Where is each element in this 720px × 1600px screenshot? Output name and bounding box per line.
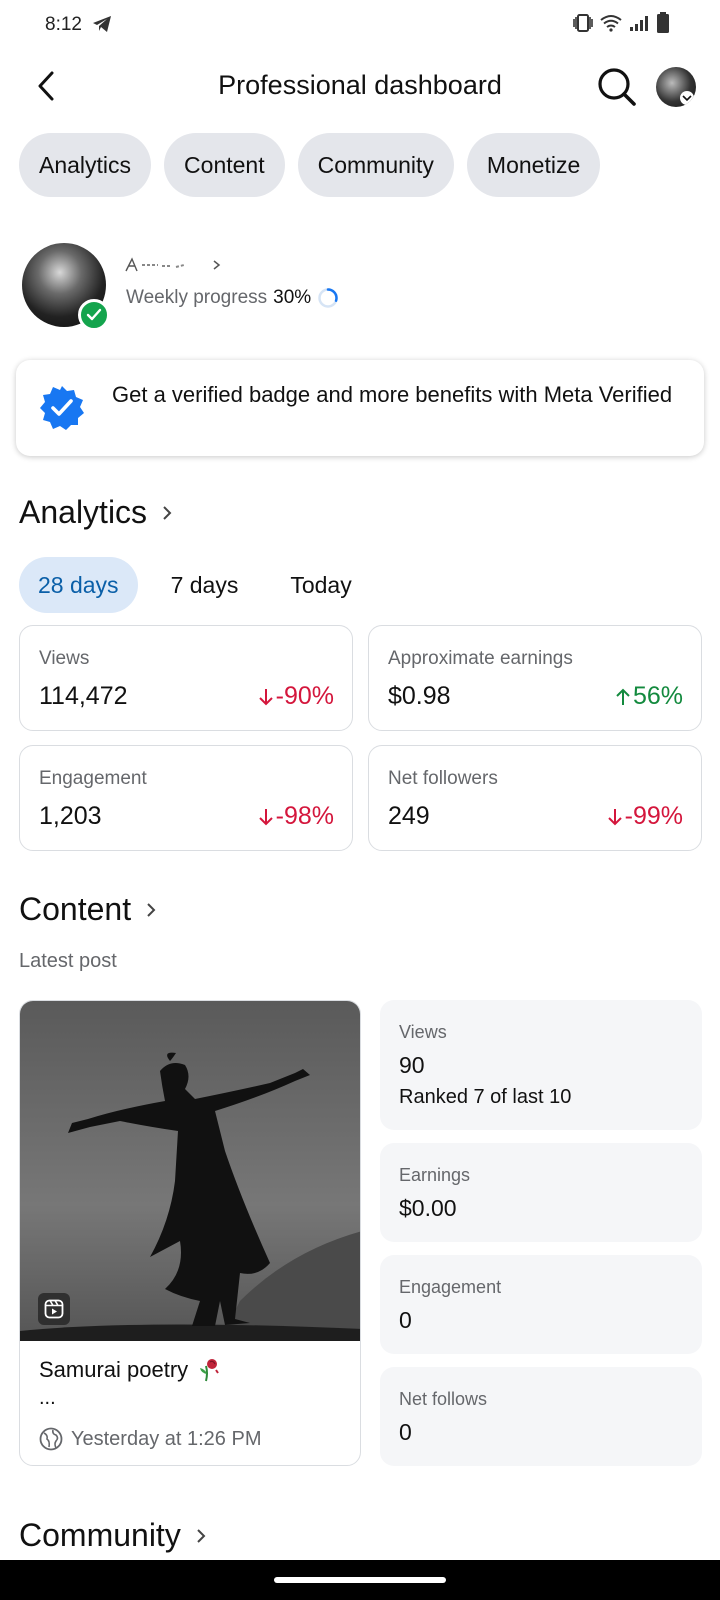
metric-value: 0 — [399, 1307, 412, 1333]
chip-analytics[interactable]: Analytics — [19, 133, 152, 197]
post-thumbnail — [20, 1001, 360, 1341]
status-bar: 8:12 — [0, 0, 720, 50]
stat-label: Net followers — [388, 768, 498, 789]
metric-rank: Ranked 7 of last 10 — [399, 1086, 572, 1108]
meta-verified-banner[interactable]: Get a verified badge and more benefits w… — [16, 360, 704, 456]
profile-name-redacted — [125, 257, 221, 272]
stat-card-engagement[interactable]: Engagement 1,203 -98% — [19, 745, 353, 851]
stat-change-value: -98% — [275, 802, 334, 830]
arrow-up-icon — [616, 688, 630, 705]
reel-icon — [38, 1293, 70, 1325]
stat-value: 249 — [388, 802, 430, 830]
stat-card-net-followers[interactable]: Net followers 249 -99% — [368, 745, 702, 851]
metric-value: $0.00 — [399, 1195, 457, 1221]
meta-verified-text: Get a verified badge and more benefits w… — [112, 382, 673, 407]
chevron-down-icon — [680, 91, 694, 105]
signal-icon — [630, 16, 648, 31]
latest-post-label: Latest post — [19, 950, 117, 972]
post-metric-earnings[interactable]: Earnings $0.00 — [380, 1143, 702, 1242]
home-gesture-handle[interactable] — [274, 1577, 446, 1583]
weekly-progress: Weekly progress 30% — [126, 287, 339, 309]
stat-value: 1,203 — [39, 802, 102, 830]
range-tab-28-days[interactable]: 28 days — [19, 557, 138, 613]
post-time-text: Yesterday at 1:26 PM — [71, 1427, 262, 1450]
weekly-progress-value: 30% — [273, 287, 312, 308]
stat-value: 114,472 — [39, 682, 128, 710]
range-tab-today[interactable]: Today — [271, 557, 370, 613]
metric-label: Engagement — [399, 1277, 502, 1297]
chip-content[interactable]: Content — [164, 133, 285, 197]
stat-change: -98% — [258, 802, 334, 831]
stat-card-earnings[interactable]: Approximate earnings $0.98 56% — [368, 625, 702, 731]
stat-label: Views — [39, 648, 90, 669]
range-tab-7-days[interactable]: 7 days — [152, 557, 258, 613]
stat-change-value: 56% — [632, 682, 683, 710]
status-time: 8:12 — [45, 14, 82, 35]
telegram-icon — [93, 16, 111, 32]
search-icon — [598, 68, 636, 106]
stat-change-value: -90% — [275, 682, 334, 710]
stat-change-value: -99% — [624, 802, 683, 830]
range-tabs: 28 days 7 days Today — [19, 557, 385, 613]
verified-badge-icon — [40, 386, 84, 430]
metric-value: 0 — [399, 1419, 412, 1445]
stat-label: Engagement — [39, 768, 147, 789]
post-caption: Samurai poetry — [39, 1357, 222, 1383]
progress-ring-icon — [318, 288, 338, 308]
chevron-right-icon — [197, 1528, 206, 1543]
post-ellipsis: ... — [39, 1387, 56, 1409]
post-metric-engagement[interactable]: Engagement 0 — [380, 1255, 702, 1354]
top-bar: Professional dashboard — [0, 58, 720, 114]
wifi-icon — [600, 15, 622, 32]
stat-label: Approximate earnings — [388, 648, 573, 669]
metric-label: Views — [399, 1022, 447, 1042]
latest-post-card[interactable]: Samurai poetry ... Yesterday at 1:26 PM — [19, 1000, 361, 1466]
chip-monetize[interactable]: Monetize — [466, 133, 601, 197]
content-section-header[interactable]: Content — [19, 891, 157, 928]
weekly-progress-label: Weekly progress — [126, 287, 268, 308]
wilted-rose-icon — [200, 1359, 220, 1382]
account-switcher-avatar[interactable] — [656, 67, 696, 107]
chip-community[interactable]: Community — [297, 133, 454, 197]
metric-label: Earnings — [399, 1165, 471, 1185]
section-chips: Analytics Content Community Monetize — [19, 133, 601, 197]
metric-label: Net follows — [399, 1389, 488, 1409]
globe-icon — [39, 1427, 63, 1451]
checkmark-icon — [78, 299, 110, 331]
stat-change: -90% — [258, 682, 334, 711]
stat-card-views[interactable]: Views 114,472 -90% — [19, 625, 353, 731]
metric-value: 90 — [399, 1052, 425, 1078]
post-title-text: Samurai poetry — [39, 1357, 189, 1382]
analytics-section-header[interactable]: Analytics — [19, 494, 173, 531]
content-title: Content — [19, 891, 132, 927]
analytics-title: Analytics — [19, 494, 148, 530]
battery-icon — [657, 12, 669, 33]
arrow-down-icon — [607, 808, 622, 825]
chevron-right-icon — [147, 902, 156, 917]
chevron-right-icon — [163, 505, 172, 520]
stat-change: 56% — [616, 682, 683, 711]
status-icons — [572, 12, 670, 34]
post-time: Yesterday at 1:26 PM — [39, 1427, 262, 1451]
arrow-down-icon — [258, 688, 273, 705]
post-metric-views[interactable]: Views 90 Ranked 7 of last 10 — [380, 1000, 702, 1130]
system-nav-bar — [0, 1560, 720, 1600]
stat-change: -99% — [607, 802, 683, 831]
community-title: Community — [19, 1517, 181, 1553]
post-metric-net-follows[interactable]: Net follows 0 — [380, 1367, 702, 1466]
community-section-header[interactable]: Community — [19, 1517, 207, 1554]
stat-value: $0.98 — [388, 682, 451, 710]
profile-summary[interactable]: Weekly progress 30% — [22, 243, 702, 333]
search-button[interactable] — [596, 66, 638, 108]
arrow-down-icon — [258, 808, 273, 825]
vibrate-icon — [573, 14, 593, 32]
